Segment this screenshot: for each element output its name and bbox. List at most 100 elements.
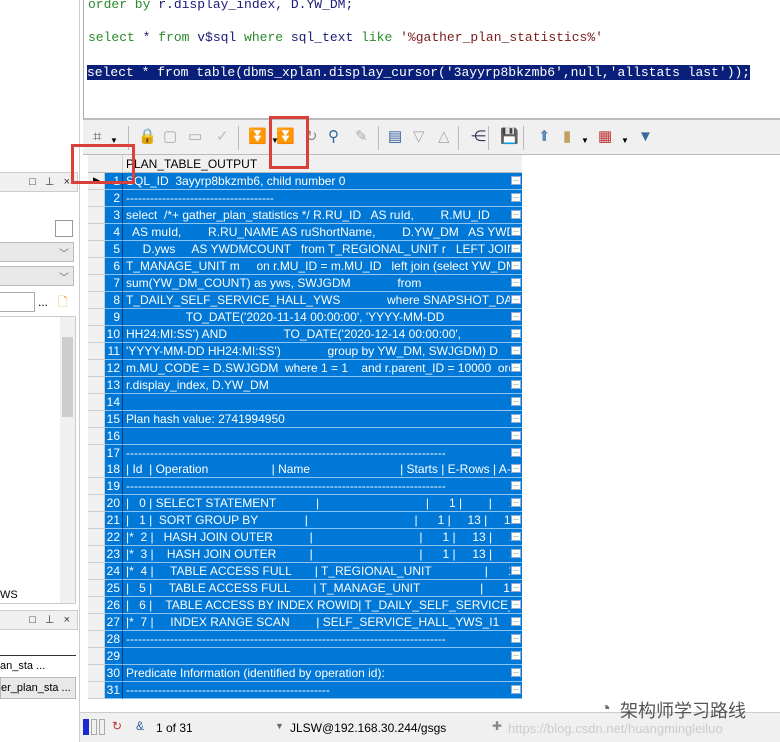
row-selector[interactable] [88, 410, 105, 428]
save-icon[interactable]: 💾 [500, 128, 519, 146]
table-row[interactable]: 18 | Id | Operation | Name | Starts | E-R… [88, 461, 522, 479]
table-row[interactable]: 30 Predicate Information (identified by o… [88, 665, 522, 683]
row-selector[interactable] [88, 257, 105, 275]
clear-icon[interactable]: ✎ [355, 128, 368, 146]
cell-editor-button[interactable]: ... [510, 410, 522, 428]
table-row[interactable]: 3 select /*+ gather_plan_statistics */ R.… [88, 206, 522, 224]
cell-editor-button[interactable]: ... [510, 342, 522, 360]
find-icon[interactable]: ⚲ [328, 128, 339, 146]
query-by-example-icon[interactable]: ⬆ [538, 128, 551, 146]
cell-editor-button[interactable]: ... [510, 648, 522, 666]
table-row[interactable]: 14... [88, 393, 522, 411]
row-selector[interactable] [88, 393, 105, 411]
cell-plan-output[interactable]: |* 7 | INDEX RANGE SCAN | SELF_SERVICE_H… [123, 614, 510, 632]
cell-editor-button[interactable]: ... [510, 223, 522, 241]
cell-editor-button[interactable]: ... [510, 393, 522, 411]
dropdown-arrow-icon[interactable]: ▼ [621, 132, 629, 150]
cell-plan-output[interactable]: Predicate Information (identified by ope… [123, 665, 510, 683]
cell-plan-output[interactable]: AS muId, R.RU_NAME AS ruShortName, D.YW_… [123, 223, 510, 241]
row-selector[interactable] [88, 240, 105, 258]
list-item[interactable]: er_plan_sta ... [0, 677, 76, 699]
row-selector[interactable] [88, 461, 105, 479]
chart-icon[interactable]: ▮ [563, 128, 571, 146]
cell-editor-button[interactable]: ... [510, 682, 522, 700]
cell-plan-output[interactable]: sum(YW_DM_COUNT) as yws, SWJGDM from [123, 274, 510, 292]
table-row[interactable]: 17 --------------------------------------… [88, 444, 522, 462]
row-selector[interactable] [88, 631, 105, 649]
row-selector[interactable] [88, 682, 105, 700]
table-row[interactable]: 15 Plan hash value: 2741994950... [88, 410, 522, 428]
cell-plan-output[interactable] [123, 427, 510, 445]
filter-icon[interactable]: ▼ [638, 128, 653, 146]
cell-editor-button[interactable]: ... [510, 308, 522, 326]
cell-plan-output[interactable]: | 0 | SELECT STATEMENT | | 1 | | 13 |00:… [123, 495, 510, 513]
row-selector[interactable] [88, 580, 105, 598]
cell-plan-output[interactable]: ----------------------------------------… [123, 478, 510, 496]
cell-editor-button[interactable]: ... [510, 478, 522, 496]
cell-editor-button[interactable]: ... [510, 614, 522, 632]
cell-editor-button[interactable]: ... [510, 325, 522, 343]
list-item[interactable]: an_sta ... [0, 655, 76, 675]
column-header[interactable]: PLAN_TABLE_OUTPUT [126, 157, 257, 171]
scrollbar-thumb[interactable] [62, 337, 73, 417]
cell-editor-button[interactable]: ... [510, 359, 522, 377]
cell-editor-button[interactable]: ... [510, 173, 522, 190]
delete-record-icon[interactable]: ▭ [188, 128, 202, 146]
row-selector[interactable] [88, 478, 105, 496]
combo-box-1[interactable]: ﹀ [0, 242, 74, 262]
cell-editor-button[interactable]: ... [510, 206, 522, 224]
cell-plan-output[interactable]: m.MU_CODE = D.SWJGDM where 1 = 1 and r.p… [123, 359, 510, 377]
cell-editor-button[interactable]: ... [510, 240, 522, 258]
table-row[interactable]: 4 AS muId, R.RU_NAME AS ruShortName, D.Y… [88, 223, 522, 241]
new-record-icon[interactable]: ▢ [163, 128, 177, 146]
sql-editor[interactable]: order by r.display_index, D.YW_DM; select… [83, 0, 780, 118]
cell-editor-button[interactable]: ... [510, 580, 522, 598]
sort-desc-icon[interactable]: ▽ [413, 128, 425, 146]
row-selector[interactable] [88, 325, 105, 343]
row-selector[interactable] [88, 614, 105, 632]
export-tree-icon[interactable]: ⋲ [471, 128, 486, 146]
cell-plan-output[interactable]: TO_DATE('2020-11-14 00:00:00', 'YYYY-MM-… [123, 308, 510, 326]
table-row[interactable]: 13 r.display_index, D.YW_DM... [88, 376, 522, 394]
cell-plan-output[interactable]: |* 3 | HASH JOIN OUTER | | 1 | 13 | 13 |… [123, 546, 510, 564]
cell-plan-output[interactable]: | 6 | TABLE ACCESS BY INDEX ROWID| T_DAI… [123, 597, 510, 615]
table-row[interactable]: 28 --------------------------------------… [88, 631, 522, 649]
table-row[interactable]: 27 |* 7 | INDEX RANGE SCAN | SELF_SERVICE… [88, 614, 522, 632]
row-selector[interactable] [88, 597, 105, 615]
table-row[interactable]: 24 |* 4 | TABLE ACCESS FULL | T_REGIONAL_… [88, 563, 522, 581]
table-row[interactable]: 21 | 1 | SORT GROUP BY | | 1 | 13 | 13 |0… [88, 512, 522, 530]
cell-editor-button[interactable]: ... [510, 257, 522, 275]
cell-editor-button[interactable]: ... [510, 512, 522, 530]
cell-plan-output[interactable]: D.yws AS YWDMCOUNT from T_REGIONAL_UNIT … [123, 240, 510, 258]
table-row[interactable]: 11 'YYYY-MM-DD HH24:MI:SS') group by YW_D… [88, 342, 522, 360]
cell-editor-button[interactable]: ... [510, 597, 522, 615]
cell-plan-output[interactable]: |* 2 | HASH JOIN OUTER | | 1 | 13 | 13 |… [123, 529, 510, 547]
row-selector[interactable] [88, 427, 105, 445]
row-selector[interactable] [88, 665, 105, 683]
cell-editor-button[interactable]: ... [510, 274, 522, 292]
caret-down-icon[interactable]: ▼ [275, 721, 284, 731]
pin-icon[interactable]: ✚ [492, 719, 502, 733]
cell-editor-button[interactable]: ... [510, 529, 522, 547]
cell-editor-button[interactable]: ... [510, 427, 522, 445]
row-selector[interactable] [88, 308, 105, 326]
row-selector[interactable] [88, 495, 105, 513]
object-list[interactable]: WS [0, 316, 76, 604]
post-check-icon[interactable]: ✓ [216, 128, 229, 146]
cell-plan-output[interactable]: ------------------------------------- [123, 189, 510, 207]
cell-plan-output[interactable]: 'YYYY-MM-DD HH24:MI:SS') group by YW_DM,… [123, 342, 510, 360]
browse-button[interactable]: ... [38, 295, 48, 309]
table-row[interactable]: 31 --------------------------------------… [88, 682, 522, 700]
table-export-icon[interactable]: ▦ [598, 128, 612, 146]
cell-editor-button[interactable]: ... [510, 495, 522, 513]
single-record-view-icon[interactable]: ▤ [388, 128, 402, 146]
connection-label[interactable]: JLSW@192.168.30.244/gsgs [290, 721, 446, 735]
row-selector[interactable] [88, 291, 105, 309]
cell-editor-button[interactable]: ... [510, 665, 522, 683]
code-line[interactable]: select * from table(dbms_xplan.display_c… [87, 65, 751, 80]
cell-plan-output[interactable]: HH24:MI:SS') AND TO_DATE('2020-12-14 00:… [123, 325, 510, 343]
lock-icon[interactable]: 🔒 [138, 128, 157, 146]
cell-editor-button[interactable]: ... [510, 444, 522, 462]
row-selector[interactable] [88, 189, 105, 207]
table-row[interactable]: 7 sum(YW_DM_COUNT) as yws, SWJGDM from... [88, 274, 522, 292]
